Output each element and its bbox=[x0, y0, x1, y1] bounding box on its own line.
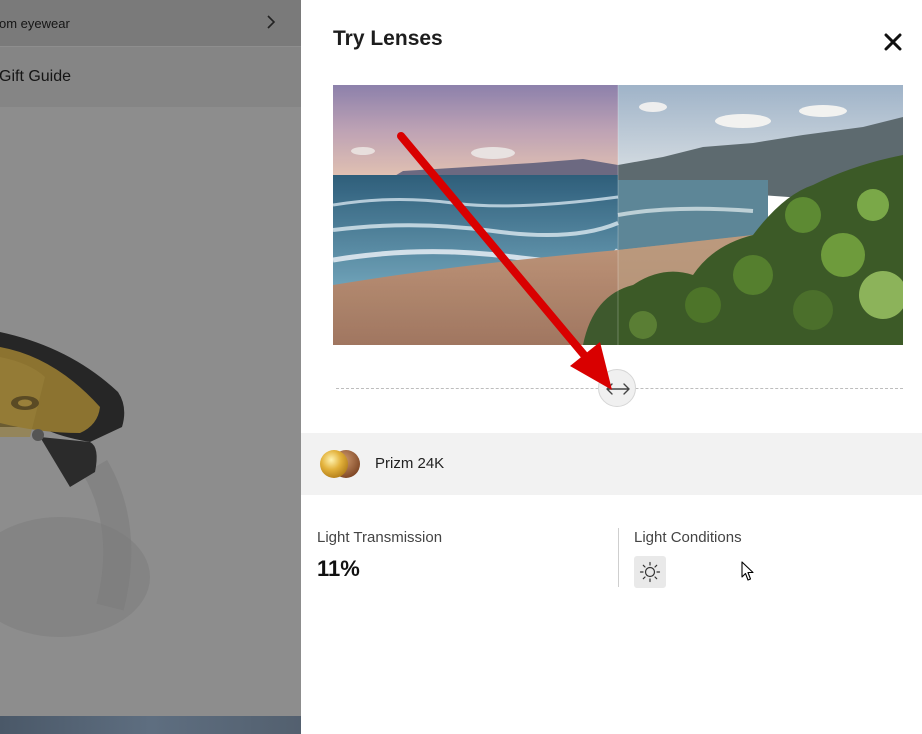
lens-name: Prizm 24K bbox=[375, 455, 445, 472]
close-icon[interactable] bbox=[881, 30, 905, 54]
drawer-title: Try Lenses bbox=[333, 27, 443, 50]
try-lenses-drawer: Try Lenses Prizm 24K Light Transmission … bbox=[301, 0, 922, 734]
background-page: om eyewear Gift Guide bbox=[0, 0, 301, 734]
chevron-right-icon bbox=[267, 15, 276, 29]
mouse-cursor-icon bbox=[741, 561, 754, 581]
sun-icon bbox=[639, 561, 661, 583]
menu-item-custom-eyewear[interactable]: om eyewear bbox=[0, 0, 301, 46]
lens-swatch-icon bbox=[320, 450, 360, 478]
lens-selector-row[interactable]: Prizm 24K bbox=[301, 433, 922, 495]
product-image bbox=[0, 107, 301, 716]
lens-comparison-image bbox=[333, 85, 903, 345]
comparison-slider-handle[interactable] bbox=[598, 369, 636, 407]
menu-item-label: om eyewear bbox=[0, 15, 70, 31]
menu-item-label: Gift Guide bbox=[0, 68, 72, 85]
background-image-strip bbox=[0, 716, 301, 734]
light-condition-badge bbox=[634, 556, 666, 588]
menu-item-gift-guide[interactable]: Gift Guide bbox=[0, 47, 301, 107]
light-transmission-value: 11% bbox=[317, 556, 360, 581]
drag-horizontal-icon bbox=[606, 383, 630, 395]
light-transmission-label: Light Transmission bbox=[317, 529, 443, 546]
light-conditions-label: Light Conditions bbox=[634, 529, 742, 546]
stats-divider bbox=[618, 528, 619, 587]
